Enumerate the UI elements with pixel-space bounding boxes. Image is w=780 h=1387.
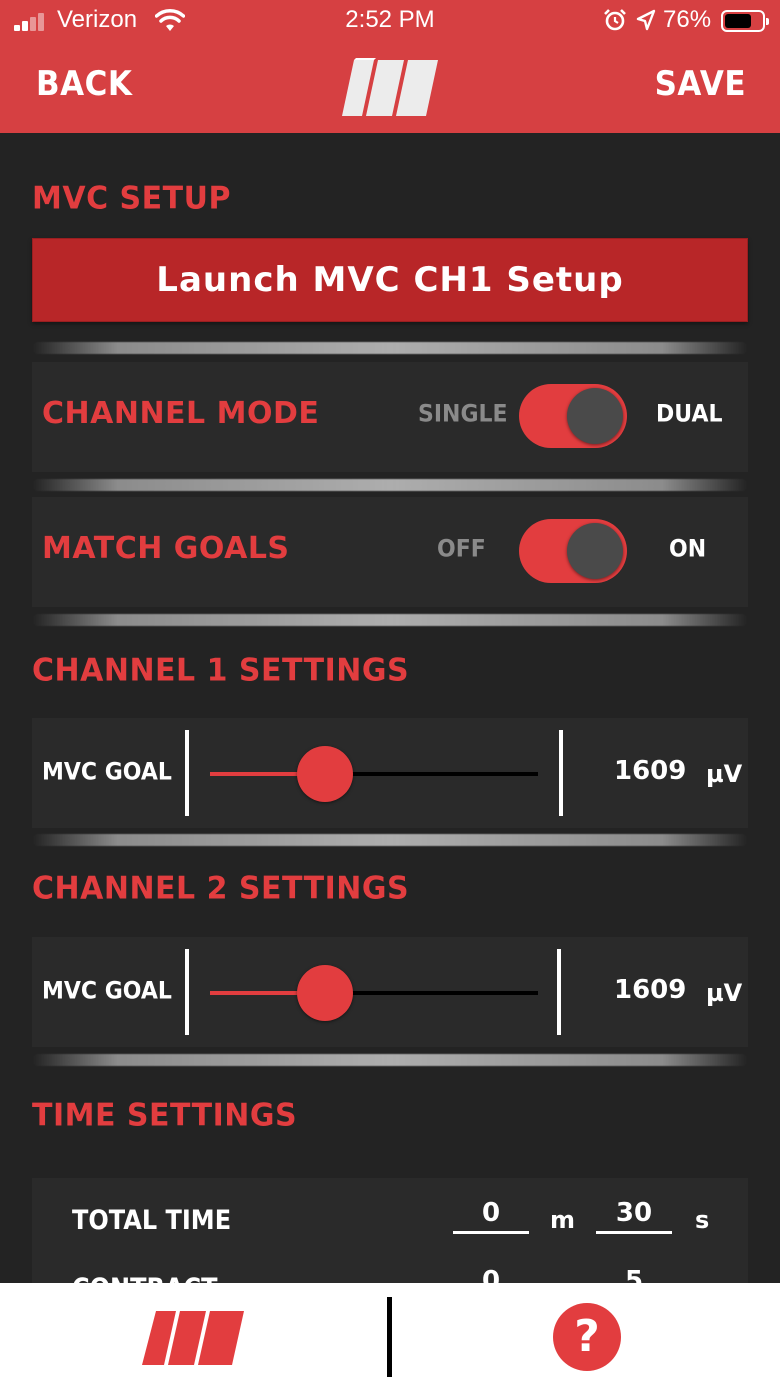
bottom-tab-bar: ? <box>0 1283 780 1387</box>
status-bar: Verizon 2:52 PM 76% <box>0 0 780 42</box>
total-seconds-input[interactable]: 30 <box>596 1198 672 1234</box>
on-option-label: ON <box>669 535 707 564</box>
match-goals-toggle[interactable] <box>519 519 627 583</box>
section-title-channel-2: CHANNEL 2 SETTINGS <box>32 870 410 907</box>
channel-mode-row: CHANNEL MODE SINGLE DUAL <box>32 362 748 472</box>
mvc-goal-value: 1609 <box>614 756 687 786</box>
alarm-icon <box>604 9 626 31</box>
launch-mvc-setup-button[interactable]: Launch MVC CH1 Setup <box>32 238 748 322</box>
back-button[interactable]: BACK <box>36 65 132 104</box>
battery-fill <box>725 14 752 28</box>
channel-2-goal-row: MVC GOAL 1609 µV <box>32 937 748 1047</box>
slider-thumb[interactable] <box>296 746 353 802</box>
divider <box>32 479 748 491</box>
mvc-goal-unit: µV <box>706 979 743 1007</box>
toggle-knob <box>567 523 623 579</box>
save-button[interactable]: SAVE <box>655 65 746 104</box>
channel-1-goal-row: MVC GOAL 1609 µV <box>32 718 748 828</box>
mvc-goal-label: MVC GOAL <box>42 977 172 1006</box>
question-icon[interactable]: ? <box>553 1303 621 1371</box>
divider <box>32 834 748 846</box>
minutes-unit: m <box>550 1206 576 1234</box>
section-title-mvc-setup: MVC SETUP <box>32 180 231 217</box>
seconds-unit: s <box>695 1206 710 1234</box>
total-time-label: TOTAL TIME <box>72 1204 232 1236</box>
battery-icon <box>721 10 769 32</box>
toggle-knob <box>567 388 623 444</box>
total-minutes-input[interactable]: 0 <box>453 1198 529 1234</box>
header-bar: Verizon 2:52 PM 76% BACK SAVE <box>0 0 780 133</box>
section-title-channel-1: CHANNEL 1 SETTINGS <box>32 652 410 689</box>
off-option-label: OFF <box>437 535 486 564</box>
divider <box>32 614 748 626</box>
mvc-goal-label: MVC GOAL <box>42 758 172 787</box>
tab-separator <box>387 1297 392 1377</box>
m-logo-icon[interactable] <box>140 1307 246 1369</box>
mvc-goal-slider[interactable] <box>210 965 538 1021</box>
section-title-time-settings: TIME SETTINGS <box>32 1097 298 1134</box>
slider-thumb[interactable] <box>296 965 353 1021</box>
mvc-goal-unit: µV <box>706 760 743 788</box>
slider-left-bound <box>185 949 189 1035</box>
slider-right-bound <box>557 949 561 1035</box>
battery-percent: 76% <box>663 6 712 33</box>
match-goals-row: MATCH GOALS OFF ON <box>32 497 748 607</box>
slider-right-bound <box>559 730 563 816</box>
m-logo-icon <box>342 58 438 116</box>
location-icon <box>636 9 656 31</box>
single-option-label: SINGLE <box>418 400 508 429</box>
dual-option-label: DUAL <box>656 400 723 429</box>
mvc-goal-value: 1609 <box>614 975 687 1005</box>
channel-mode-toggle[interactable] <box>519 384 627 448</box>
match-goals-label: MATCH GOALS <box>42 531 290 566</box>
channel-mode-label: CHANNEL MODE <box>42 396 320 431</box>
app-screen: Verizon 2:52 PM 76% BACK SAVE MVC SETUP … <box>0 0 780 1387</box>
divider <box>32 1054 748 1066</box>
divider <box>32 342 748 354</box>
slider-left-bound <box>185 730 189 816</box>
time-settings-panel: TOTAL TIME 0 m 30 s CONTRACT 0 5 <box>32 1178 748 1303</box>
mvc-goal-slider[interactable] <box>210 746 538 802</box>
